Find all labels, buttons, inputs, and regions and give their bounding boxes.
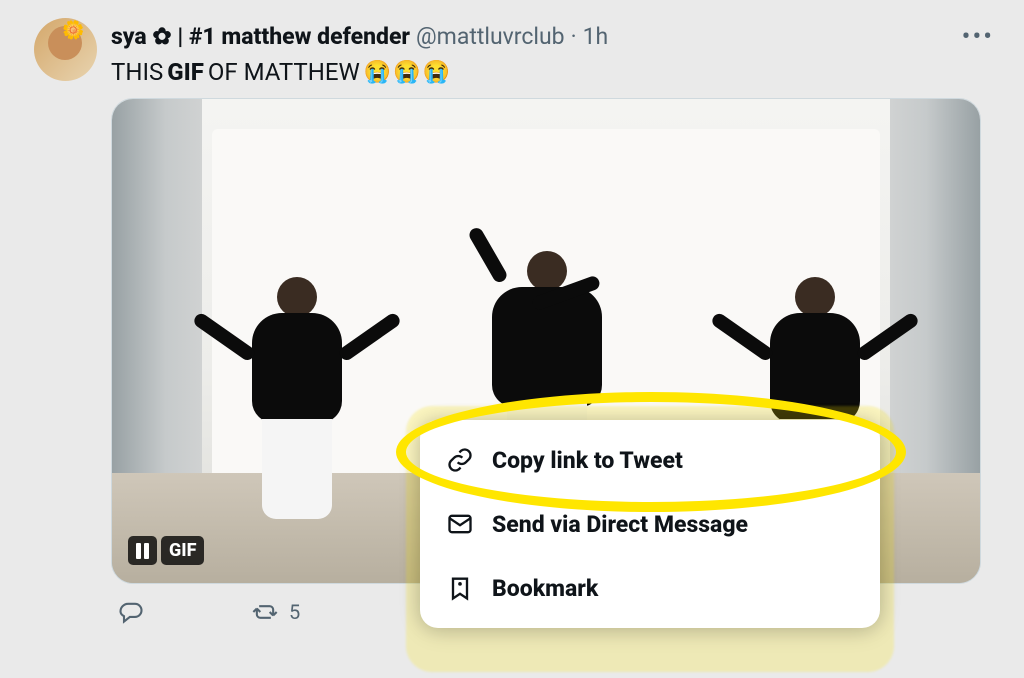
media-figure (252, 277, 342, 519)
retweet-count: 5 (289, 600, 300, 624)
tweet-text-pre: THIS (111, 58, 163, 86)
avatar-decoration-icon: 🌼 (62, 20, 84, 41)
send-dm-label: Send via Direct Message (492, 511, 748, 538)
send-dm-item[interactable]: Send via Direct Message (420, 492, 880, 556)
link-icon (446, 446, 474, 474)
separator: · (571, 23, 577, 51)
pause-button[interactable] (128, 536, 157, 565)
gif-badge: GIF (161, 536, 204, 565)
envelope-icon (446, 510, 474, 538)
copy-link-item[interactable]: Copy link to Tweet (420, 428, 880, 492)
timestamp: 1h (583, 23, 609, 51)
user-handle: @mattluvrclub (416, 23, 565, 51)
user-line[interactable]: sya ✿ | #1 matthew defender @mattluvrclu… (111, 23, 608, 51)
tweet-text: THIS GIF OF MATTHEW 😭😭😭 (111, 58, 1002, 86)
tweet-header: sya ✿ | #1 matthew defender @mattluvrclu… (111, 18, 1002, 56)
avatar[interactable]: 🌼 (34, 18, 97, 81)
bookmark-label: Bookmark (492, 575, 598, 602)
share-menu: Copy link to Tweet Send via Direct Messa… (420, 420, 880, 628)
more-button[interactable]: ••• (954, 18, 1002, 56)
display-name: sya ✿ | #1 matthew defender (111, 23, 410, 51)
tweet-text-bold: GIF (167, 58, 204, 86)
pause-icon (136, 543, 149, 559)
bookmark-add-icon (446, 574, 474, 602)
bookmark-item[interactable]: Bookmark (420, 556, 880, 620)
tweet-text-post: OF MATTHEW (208, 58, 360, 86)
gif-controls: GIF (128, 536, 204, 565)
reply-button[interactable] (117, 598, 155, 626)
reply-icon (117, 598, 145, 626)
tweet-emojis: 😭😭😭 (364, 60, 452, 85)
retweet-button[interactable]: 5 (251, 598, 300, 626)
copy-link-label: Copy link to Tweet (492, 447, 683, 474)
retweet-icon (251, 598, 279, 626)
